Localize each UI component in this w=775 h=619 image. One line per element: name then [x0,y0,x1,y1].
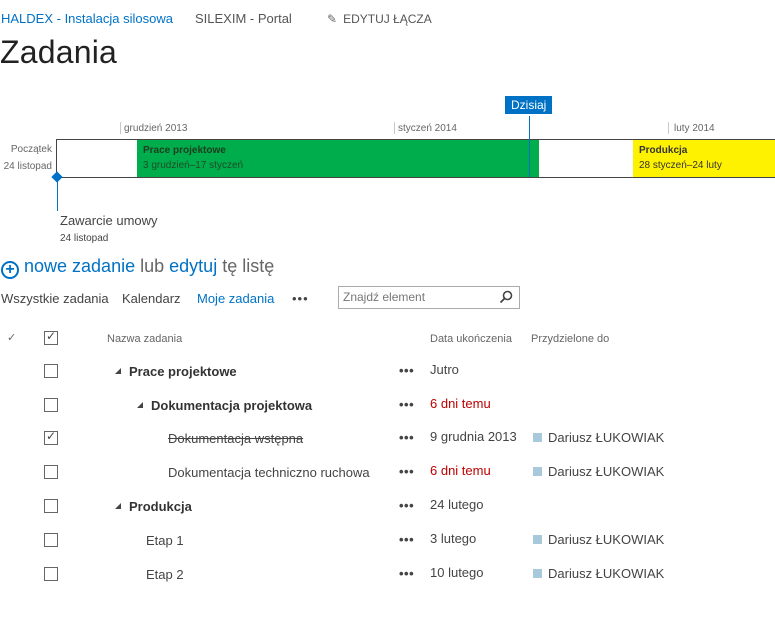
table-row[interactable]: Dokumentacja projektowa ••• 6 dni temu [0,391,775,421]
month-tick [394,122,395,134]
search-icon[interactable] [499,290,513,304]
milestone-line [57,181,58,211]
assignee[interactable]: Dariusz ŁUKOWIAK [533,430,664,445]
page-title: Zadania [0,34,118,70]
table-row[interactable]: Etap 2 ••• 10 lutego Dariusz ŁUKOWIAK [0,560,775,590]
row-checkbox[interactable] [44,465,58,479]
today-marker: Dzisiaj [505,96,553,114]
timeline-bar-prace-projektowe[interactable]: Prace projektowe 3 grudzień–17 styczeń [137,140,539,177]
edit-links-label: EDYTUJ ŁĄCZA [343,12,432,26]
assignee-name: Dariusz ŁUKOWIAK [548,566,665,581]
presence-indicator-icon [533,535,542,544]
presence-indicator-icon [533,433,542,442]
check-column-icon: ✓ [7,332,17,344]
collapse-triangle-icon[interactable] [115,368,121,374]
task-name[interactable]: Dokumentacja wstępna [168,431,303,446]
assignee-name: Dariusz ŁUKOWIAK [548,532,665,547]
timeline-bar-produkcja[interactable]: Produkcja 28 styczeń–24 luty [633,140,775,177]
new-task-link[interactable]: nowe zadanie [24,256,135,276]
due-date: 6 dni temu [430,463,491,478]
timeline-bar-title: Prace projektowe [143,145,226,156]
row-checkbox[interactable] [44,364,58,378]
milestone-date: 24 listopad [60,233,109,244]
row-more-button[interactable]: ••• [399,430,414,445]
presence-indicator-icon [533,467,542,476]
timeline-start-date: 24 listopad [3,161,52,172]
table-row[interactable]: Etap 1 ••• 3 lutego Dariusz ŁUKOWIAK [0,526,775,556]
row-more-button[interactable]: ••• [399,532,414,547]
views-more-button[interactable]: ••• [292,291,309,306]
row-checkbox[interactable] [44,398,58,412]
timeline-bar-title: Produkcja [639,145,688,156]
new-task-list-text: tę listę [222,256,275,276]
column-header-task-name[interactable]: Nazwa zadania [107,333,182,345]
row-checkbox[interactable] [44,499,58,513]
due-date: 6 dni temu [430,396,491,411]
assignee[interactable]: Dariusz ŁUKOWIAK [533,464,664,479]
view-tab-all-tasks[interactable]: Wszystkie zadania [1,291,109,306]
due-date: Jutro [430,362,459,377]
task-name[interactable]: Dokumentacja projektowa [137,398,312,413]
new-task-or: lub [140,256,165,276]
task-name[interactable]: Dokumentacja techniczno ruchowa [168,465,370,480]
add-icon[interactable]: + [1,261,19,279]
select-all-checkbox[interactable] [44,329,58,345]
due-date: 24 lutego [430,497,484,512]
edit-links-button[interactable]: ✎ EDYTUJ ŁĄCZA [327,12,432,26]
table-row[interactable]: Dokumentacja wstępna ••• 9 grudnia 2013 … [0,424,775,454]
row-checkbox[interactable] [44,567,58,581]
collapse-triangle-icon[interactable] [137,402,143,408]
milestone-title: Zawarcie umowy [60,213,158,228]
row-more-button[interactable]: ••• [399,566,414,581]
row-more-button[interactable]: ••• [399,464,414,479]
task-name-text: Prace projektowe [129,364,237,379]
task-name[interactable]: Produkcja [115,499,192,514]
row-more-button[interactable]: ••• [399,397,414,412]
month-tick [120,122,121,134]
row-checkbox[interactable] [44,429,58,445]
timeline-month-label: luty 2014 [674,123,715,134]
assignee-name: Dariusz ŁUKOWIAK [548,464,665,479]
assignee[interactable]: Dariusz ŁUKOWIAK [533,566,664,581]
assignee[interactable]: Dariusz ŁUKOWIAK [533,532,664,547]
table-row[interactable]: Produkcja ••• 24 lutego [0,492,775,522]
table-row[interactable]: Dokumentacja techniczno ruchowa ••• 6 dn… [0,458,775,488]
table-row[interactable]: Prace projektowe ••• Jutro [0,357,775,387]
edit-list-link[interactable]: edytuj [169,256,217,276]
timeline[interactable]: grudzień 2013 styczeń 2014 luty 2014 Poc… [0,92,775,252]
view-tab-my-tasks[interactable]: Moje zadania [197,291,274,306]
column-header-due-date[interactable]: Data ukończenia [430,333,512,345]
due-date: 9 grudnia 2013 [430,429,517,444]
timeline-bar-dates: 28 styczeń–24 luty [639,160,722,171]
row-more-button[interactable]: ••• [399,498,414,513]
timeline-month-label: styczeń 2014 [398,123,457,134]
today-line [529,116,530,177]
site-title-link[interactable]: HALDEX - Instalacja silosowa [1,11,173,26]
presence-indicator-icon [533,569,542,578]
row-more-button[interactable]: ••• [399,363,414,378]
task-name[interactable]: Prace projektowe [115,364,237,379]
task-name-text: Produkcja [129,499,192,514]
due-date: 3 lutego [430,531,477,546]
search-box[interactable] [338,286,520,309]
task-name[interactable]: Etap 2 [146,567,184,582]
row-checkbox[interactable] [44,533,58,547]
view-tab-calendar[interactable]: Kalendarz [122,291,181,306]
task-name[interactable]: Etap 1 [146,533,184,548]
new-task-bar: + nowe zadanie lub edytuj tę listę [1,256,274,279]
timeline-month-label: grudzień 2013 [124,123,188,134]
assignee-name: Dariusz ŁUKOWIAK [548,430,665,445]
month-tick [668,122,669,134]
collapse-triangle-icon[interactable] [115,503,121,509]
due-date: 10 lutego [430,565,484,580]
timeline-start-label: Początek [10,144,52,155]
pencil-icon: ✎ [327,12,338,26]
search-input[interactable] [339,287,489,307]
portal-link[interactable]: SILEXIM - Portal [195,11,292,26]
task-name-text: Dokumentacja projektowa [151,398,313,413]
column-header-assigned-to[interactable]: Przydzielone do [531,333,609,345]
timeline-bar-dates: 3 grudzień–17 styczeń [143,160,244,171]
